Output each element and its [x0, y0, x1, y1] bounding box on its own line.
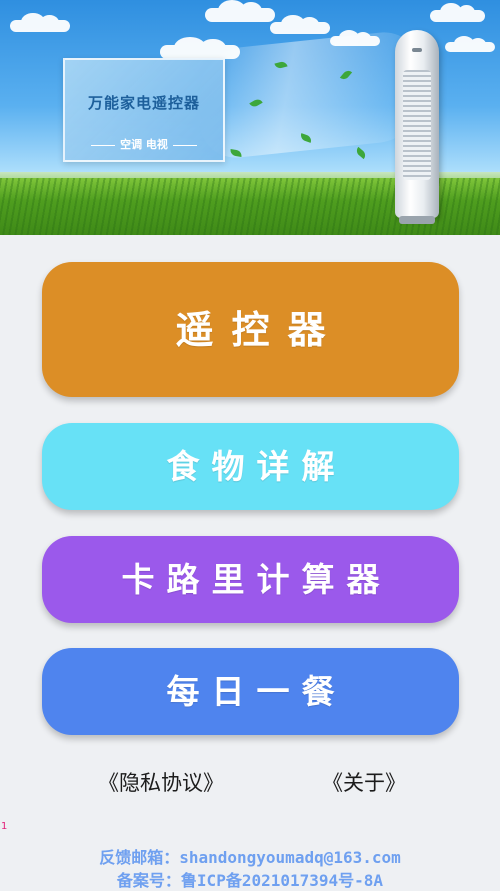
cloud — [10, 12, 70, 32]
food-details-button[interactable]: 食物详解 — [42, 423, 459, 510]
ac-grill — [403, 70, 431, 180]
feedback-email: 反馈邮箱：shandongyoumadq@163.com — [99, 848, 401, 867]
about-link[interactable]: 《关于》 — [322, 767, 406, 797]
air-conditioner-icon — [395, 30, 439, 224]
leaf-icon — [354, 146, 368, 160]
sign-subtitle: 空调 电视 — [65, 136, 223, 152]
cloud — [430, 2, 485, 22]
cloud — [445, 36, 495, 52]
calorie-calculator-button[interactable]: 卡路里计算器 — [42, 536, 459, 623]
product-sign: 万能家电遥控器 空调 电视 — [63, 58, 225, 162]
privacy-policy-link[interactable]: 《隐私协议》 — [98, 767, 224, 797]
ac-indicator — [412, 48, 422, 52]
hero-banner: 万能家电遥控器 空调 电视 — [0, 0, 500, 235]
icp-record: 备案号：鲁ICP备2021017394号-8A — [116, 871, 384, 890]
daily-meal-button[interactable]: 每日一餐 — [42, 648, 459, 735]
page-marker: 1 — [1, 821, 8, 832]
ac-base — [399, 216, 435, 224]
sign-title: 万能家电遥控器 — [87, 94, 200, 112]
cloud — [270, 14, 330, 34]
remote-control-button[interactable]: 遥控器 — [42, 262, 459, 397]
cloud — [205, 0, 275, 22]
